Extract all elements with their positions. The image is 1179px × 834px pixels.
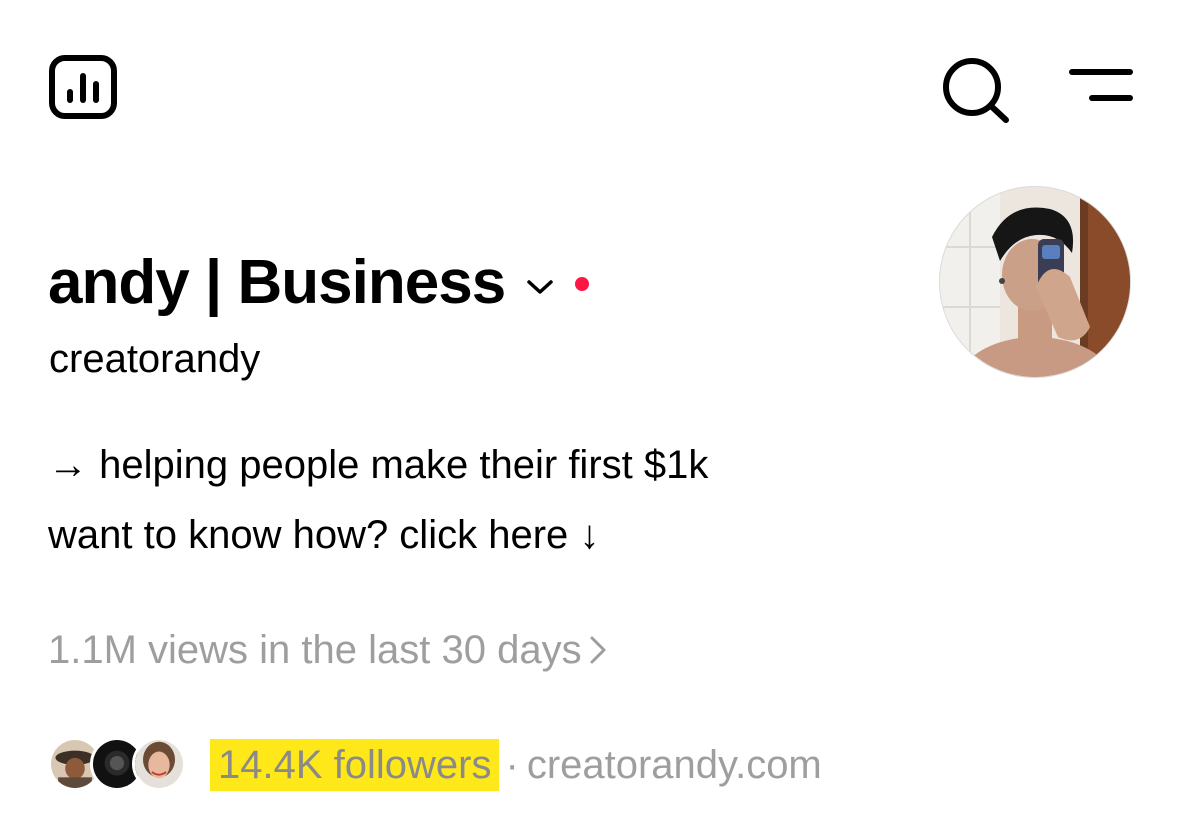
separator-dot: · xyxy=(505,742,519,787)
followers-count[interactable]: 14.4K followers xyxy=(210,739,500,791)
followers-row: 14.4K followers · creatorandy.com xyxy=(48,735,822,795)
search-button[interactable] xyxy=(938,58,1014,124)
website-link[interactable]: creatorandy.com xyxy=(527,739,822,791)
views-text: 1.1M views in the last 30 days xyxy=(48,628,582,672)
bio-line-2: want to know how? click here ↓ xyxy=(48,513,600,557)
avatar-photo xyxy=(940,187,1130,377)
username: creatorandy xyxy=(49,337,261,381)
avatar[interactable] xyxy=(939,186,1131,378)
notification-dot xyxy=(575,277,590,291)
bio-line-1: → helping people make their first $1k xyxy=(48,443,709,487)
follower-avatar xyxy=(132,737,186,791)
display-name: andy | Business xyxy=(48,248,506,317)
follower-facepile[interactable] xyxy=(48,737,188,793)
menu-button[interactable] xyxy=(1068,64,1134,108)
insights-button[interactable] xyxy=(48,54,118,120)
menu-icon xyxy=(1069,69,1133,101)
search-icon xyxy=(943,58,1009,123)
profile-name-row[interactable]: andy | Business xyxy=(48,248,590,318)
insights-icon xyxy=(49,55,117,119)
chevron-right-icon xyxy=(590,636,606,664)
chevron-down-icon[interactable] xyxy=(525,276,555,298)
views-insights-link[interactable]: 1.1M views in the last 30 days xyxy=(48,625,608,675)
